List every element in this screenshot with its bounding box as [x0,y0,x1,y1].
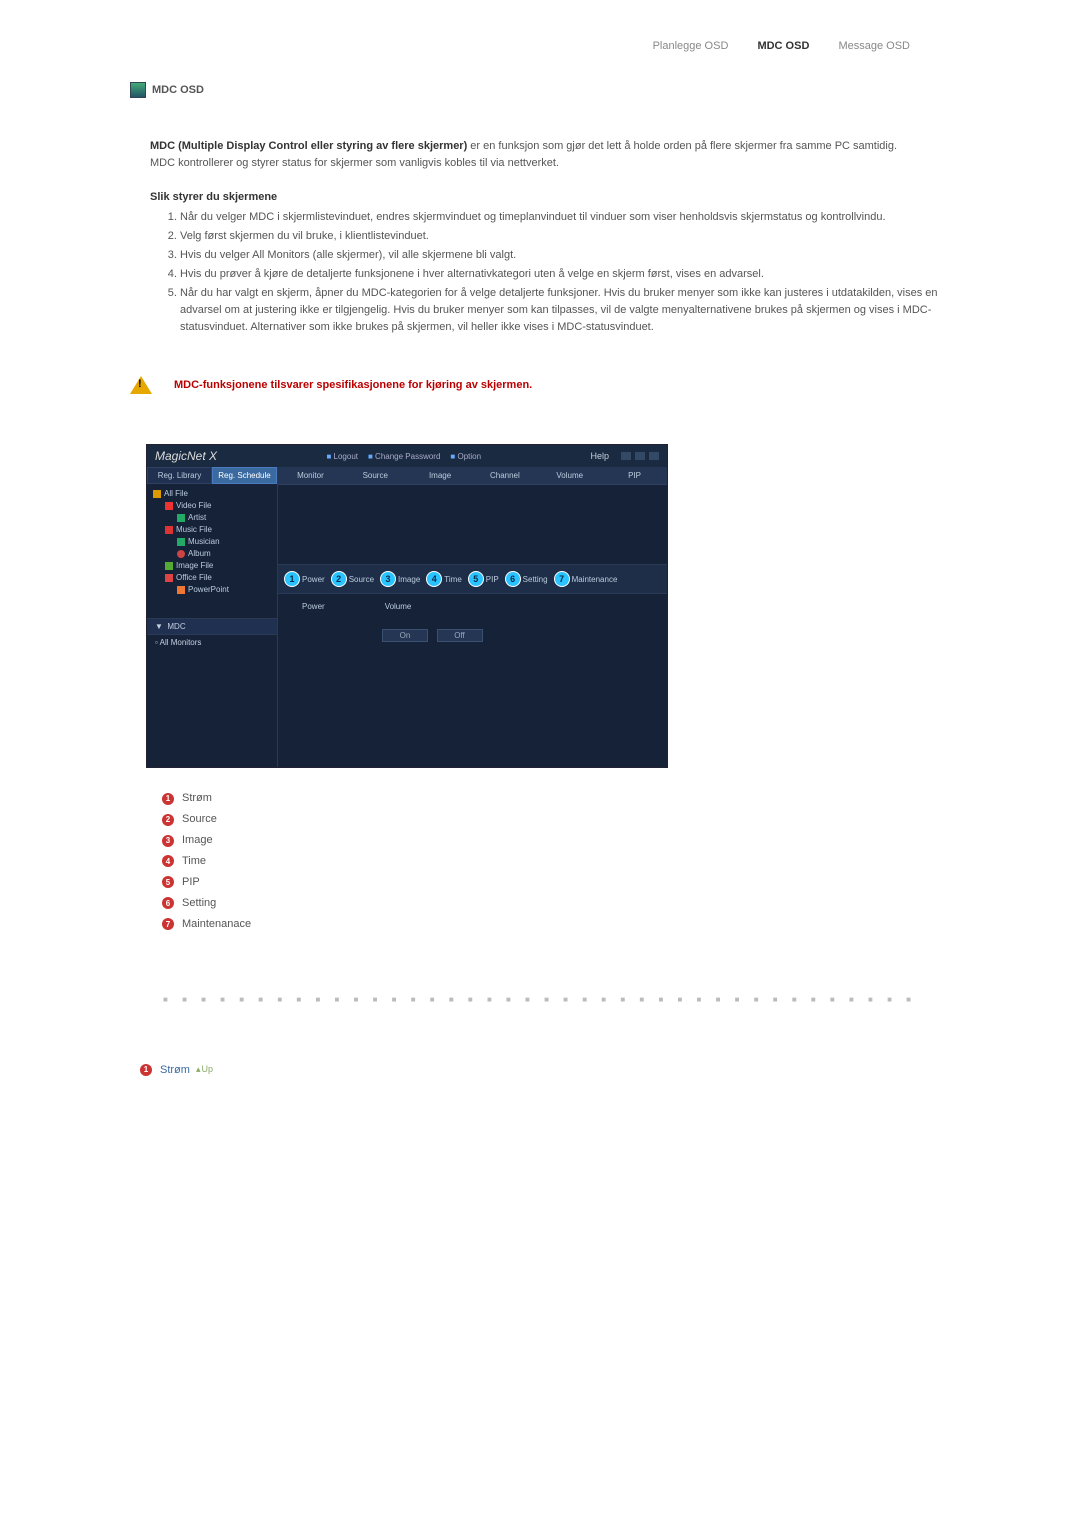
shot-logo: MagicNet X [155,449,217,463]
intro-bold: MDC (Multiple Display Control eller styr… [150,140,467,152]
strom-label: Strøm [160,1064,190,1076]
subheading: Slik styrer du skjermene [150,191,950,203]
bullet-3-icon: 3 [162,835,174,847]
legend-list: 1Strøm 2Source 3Image 4Time 5PIP 6Settin… [162,788,950,934]
col-channel[interactable]: Channel [472,467,537,484]
cat-image[interactable]: Image [398,575,420,584]
badge-5-icon: 5 [468,571,484,587]
badge-7-icon: 7 [554,571,570,587]
col-source[interactable]: Source [343,467,408,484]
shot-logout[interactable]: Logout [326,452,358,461]
shot-monitor-list [278,485,667,564]
badge-6-icon: 6 [505,571,521,587]
tree-musician[interactable]: Musician [153,536,271,548]
bullet-5-icon: 5 [162,876,174,888]
badge-4-icon: 4 [426,571,442,587]
on-button[interactable]: On [382,629,428,642]
legend-setting: 6Setting [162,893,950,914]
shot-detail-panel: Power Volume On Off [278,594,667,767]
detail-volume-label: Volume [385,602,412,611]
tab-reg-library[interactable]: Reg. Library [147,467,212,484]
tree-artist[interactable]: Artist [153,512,271,524]
tree-all-file[interactable]: All File [153,488,271,500]
tree-office[interactable]: Office File [153,572,271,584]
legend-strom: 1Strøm [162,788,950,809]
cat-maint[interactable]: Maintenance [572,575,618,584]
warning-row: MDC-funksjonene tilsvarer spesifikasjone… [130,376,950,394]
up-link[interactable]: Up [196,1064,213,1075]
shot-change-password[interactable]: Change Password [368,452,440,461]
legend-image: 3Image [162,830,950,851]
cat-setting[interactable]: Setting [523,575,548,584]
bullet-6-icon: 6 [162,897,174,909]
nav-mdc-osd[interactable]: MDC OSD [757,40,809,52]
step-1: Når du velger MDC i skjermlistevinduet, … [180,209,950,226]
strom-section: 1 Strøm Up [140,1064,950,1076]
bullet-7-icon: 7 [162,918,174,930]
intro-rest1: er en funksjon som gjør det lett å holde… [467,140,897,152]
bullet-4-icon: 4 [162,855,174,867]
shot-help[interactable]: Help [590,451,609,461]
monitor-icon [130,82,146,98]
shot-option[interactable]: Option [450,452,481,461]
bullet-1-icon: 1 [162,793,174,805]
nav-planlegge[interactable]: Planlegge OSD [653,40,729,52]
intro-rest2: MDC kontrollerer og styrer status for sk… [150,157,559,169]
sidebar-all-monitors[interactable]: ▫ All Monitors [147,635,277,767]
legend-maint: 7Maintenanace [162,914,950,935]
divider-dots: ■ ■ ■ ■ ■ ■ ■ ■ ■ ■ ■ ■ ■ ■ ■ ■ ■ ■ ■ ■ … [130,995,950,1004]
shot-column-headers: Monitor Source Image Channel Volume PIP [278,467,667,485]
top-nav: Planlegge OSD MDC OSD Message OSD [130,40,950,52]
tab-reg-schedule[interactable]: Reg. Schedule [212,467,277,484]
tree-powerpoint[interactable]: PowerPoint [153,584,271,596]
nav-message[interactable]: Message OSD [838,40,910,52]
minimize-icon[interactable] [621,452,631,460]
off-button[interactable]: Off [437,629,483,642]
col-image[interactable]: Image [408,467,473,484]
col-monitor[interactable]: Monitor [278,467,343,484]
shot-window-controls: Help [590,451,659,461]
tree-album[interactable]: Album [153,548,271,560]
legend-time: 4Time [162,851,950,872]
cat-time[interactable]: Time [444,575,461,584]
shot-category-row: 1Power 2Source 3Image 4Time 5PIP 6Settin… [278,564,667,594]
step-2: Velg først skjermen du vil bruke, i klie… [180,228,950,245]
bullet-2-icon: 2 [162,814,174,826]
page-heading: MDC OSD [130,82,950,98]
legend-pip: 5PIP [162,872,950,893]
step-4: Hvis du prøver å kjøre de detaljerte fun… [180,266,950,283]
cat-power[interactable]: Power [302,575,325,584]
badge-3-icon: 3 [380,571,396,587]
badge-2-icon: 2 [331,571,347,587]
warning-icon [130,376,152,394]
tree-video[interactable]: Video File [153,500,271,512]
page-title: MDC OSD [152,84,204,96]
app-screenshot: MagicNet X Logout Change Password Option… [146,444,668,768]
warning-text: MDC-funksjonene tilsvarer spesifikasjone… [174,379,532,391]
badge-1-icon: 1 [284,571,300,587]
tree-image[interactable]: Image File [153,560,271,572]
bullet-icon: 1 [140,1064,152,1076]
shot-toolbar: Logout Change Password Option [326,452,481,461]
detail-power-label: Power [302,602,325,611]
cat-source[interactable]: Source [349,575,374,584]
steps-list: Når du velger MDC i skjermlistevinduet, … [150,209,950,336]
cat-pip[interactable]: PIP [486,575,499,584]
col-pip[interactable]: PIP [602,467,667,484]
tree-music[interactable]: Music File [153,524,271,536]
step-3: Hvis du velger All Monitors (alle skjerm… [180,247,950,264]
legend-source: 2Source [162,809,950,830]
sidebar-mdc[interactable]: ▼ MDC [147,618,277,635]
intro-paragraph: MDC (Multiple Display Control eller styr… [150,138,950,171]
shot-tabs: Reg. Library Reg. Schedule [147,467,277,484]
col-volume[interactable]: Volume [537,467,602,484]
close-icon[interactable] [649,452,659,460]
step-5: Når du har valgt en skjerm, åpner du MDC… [180,285,950,336]
maximize-icon[interactable] [635,452,645,460]
shot-titlebar: MagicNet X Logout Change Password Option… [147,445,667,467]
shot-file-tree[interactable]: All File Video File Artist Music File Mu… [147,484,277,618]
